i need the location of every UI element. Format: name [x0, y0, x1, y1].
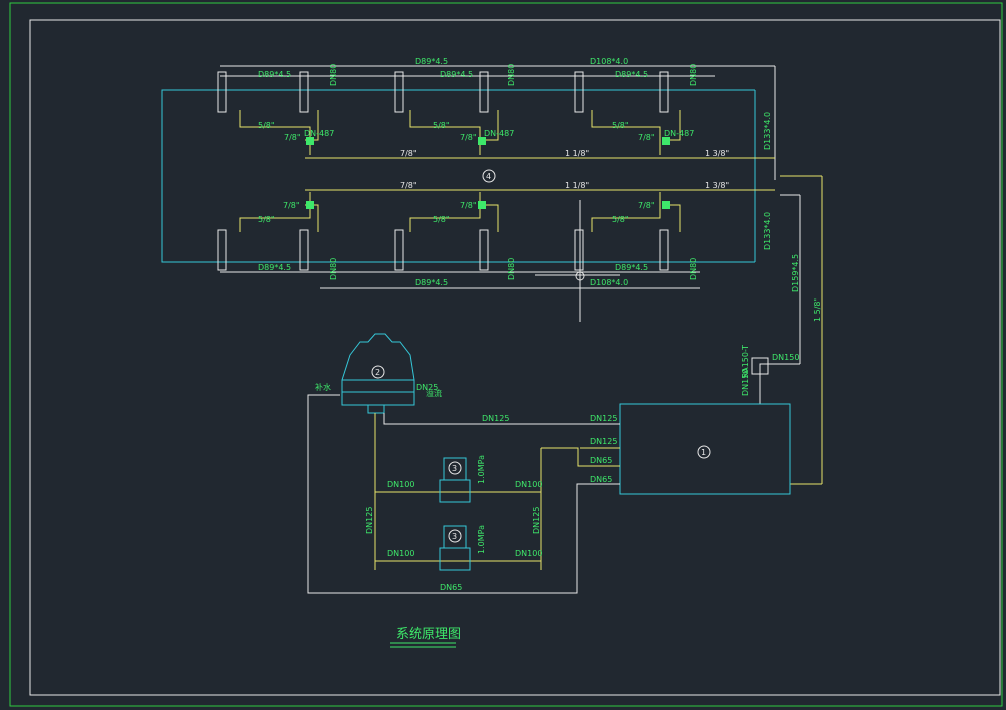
- riser-label-b: D133*4.0: [763, 212, 772, 250]
- lower-dn-tag-2: DN80: [507, 258, 516, 280]
- pump-a-marker-label: 3: [452, 464, 457, 473]
- upper-top-label-1: D89*4.5: [258, 70, 291, 79]
- lower-bottom-label-1: D89*4.5: [415, 278, 448, 287]
- upper-valve-1: DN-487: [304, 129, 334, 138]
- upper-dn-tag-1: DN80: [329, 64, 338, 86]
- tower-marker-label: 2: [375, 368, 380, 377]
- lower-line-label-3: 1 3/8": [705, 181, 729, 190]
- lower-fitting-3: 7/8": [460, 201, 477, 210]
- outer-frame: [9, 2, 1003, 707]
- pipe-bottom-label: DN65: [440, 583, 462, 592]
- pump-b[interactable]: 3: [439, 525, 471, 571]
- lower-line-label-2: 1 1/8": [565, 181, 589, 190]
- riser-label-a: D133*4.0: [763, 112, 772, 150]
- lower-fitting-6: 5/8": [612, 215, 629, 224]
- lower-dn-tag-1: DN80: [329, 258, 338, 280]
- upper-fitting-3: 5/8": [433, 121, 450, 130]
- upper-top-label-3: D108*4.0: [590, 57, 628, 66]
- pipe-feed2-label: DN125: [590, 437, 617, 446]
- riser-label-unit: D159*4.5: [791, 254, 800, 292]
- feed-dn-a: DN150: [772, 353, 799, 362]
- gauge-a-label: 1.0MPa: [477, 455, 486, 484]
- lower-sub-label-1: D89*4.5: [258, 263, 291, 272]
- pump-b-out-label: DN100: [515, 549, 542, 558]
- system-schematic-drawing: D89*4.5 D89*4.5 D108*4.0 D89*4.5 D89*4.5…: [9, 2, 1003, 707]
- lower-fitting-5: 7/8": [638, 201, 655, 210]
- lower-line-label-1: 7/8": [400, 181, 417, 190]
- upper-fitting-6: 7/8": [638, 133, 655, 142]
- right-risers: D133*4.0 D133*4.0 D159*4.5 1 5/8": [763, 112, 823, 484]
- upper-fitting-1: 5/8": [258, 121, 275, 130]
- pipe-feed1-label: DN125: [590, 414, 617, 423]
- unit-marker-label: 1: [701, 448, 706, 457]
- upper-coil-group: D89*4.5 D89*4.5 D108*4.0 D89*4.5 D89*4.5…: [161, 57, 776, 263]
- feed-valve-label: RA150-T: [741, 345, 750, 378]
- lower-coil-group: 7/8" 1 1/8" 1 3/8" 7/8" 5/8" 7/8" 5/8" 7…: [217, 181, 729, 322]
- tower-side-label: 补水: [315, 382, 331, 392]
- upper-fitting-4: 7/8": [460, 133, 477, 142]
- upper-line-label-2: 1 1/8": [565, 149, 589, 158]
- unit-feed: DN150 DN150 RA150-T: [741, 345, 822, 485]
- coil-group-marker-label: 4: [486, 172, 491, 181]
- pipe-right-riser-label: DN125: [532, 507, 541, 534]
- lower-bottom-label-2: D108*4.0: [590, 278, 628, 287]
- upper-sub-label-3: D89*4.5: [615, 70, 648, 79]
- lower-fitting-1: 7/8": [283, 201, 300, 210]
- pump-a[interactable]: 3: [439, 457, 471, 503]
- tower-side-label-2: 溢流: [426, 388, 442, 398]
- pump-b-marker-label: 3: [452, 532, 457, 541]
- chiller-unit[interactable]: 1: [619, 403, 791, 495]
- lower-dn-tag-3: DN80: [689, 258, 698, 280]
- pipe-branch1-label: DN65: [590, 456, 612, 465]
- lower-sub-label-3: D89*4.5: [615, 263, 648, 272]
- pipe-left-riser-label: DN125: [365, 507, 374, 534]
- upper-dn-tag-2: DN80: [507, 64, 516, 86]
- drawing-title: 系统原理图: [396, 627, 461, 642]
- pipe-return-label: DN125: [482, 414, 509, 423]
- upper-dn-tag-3: DN80: [689, 64, 698, 86]
- lower-fitting-2: 5/8": [258, 215, 275, 224]
- cooling-tower[interactable]: 2 DN25 补水 溢流: [315, 333, 442, 414]
- upper-fitting-5: 5/8": [612, 121, 629, 130]
- pump-piping: DN125 DN125 DN125 DN65 DN65 DN125 DN125 …: [307, 394, 620, 594]
- upper-line-label-1: 7/8": [400, 149, 417, 158]
- pump-a-out-label: DN100: [515, 480, 542, 489]
- upper-valve-3: DN-487: [664, 129, 694, 138]
- drawing-border: [29, 19, 1001, 696]
- gauge-b-label: 1.0MPa: [477, 525, 486, 554]
- upper-sub-label-2: D89*4.5: [440, 70, 473, 79]
- upper-valve-2: DN-487: [484, 129, 514, 138]
- riser-label-yellow: 1 5/8": [813, 298, 822, 322]
- pump-b-in-label: DN100: [387, 549, 414, 558]
- upper-fitting-2: 7/8": [284, 133, 301, 142]
- upper-top-label-2: D89*4.5: [415, 57, 448, 66]
- lower-fitting-4: 5/8": [433, 215, 450, 224]
- pipe-branch2-label: DN65: [590, 475, 612, 484]
- pump-a-in-label: DN100: [387, 480, 414, 489]
- upper-line-label-3: 1 3/8": [705, 149, 729, 158]
